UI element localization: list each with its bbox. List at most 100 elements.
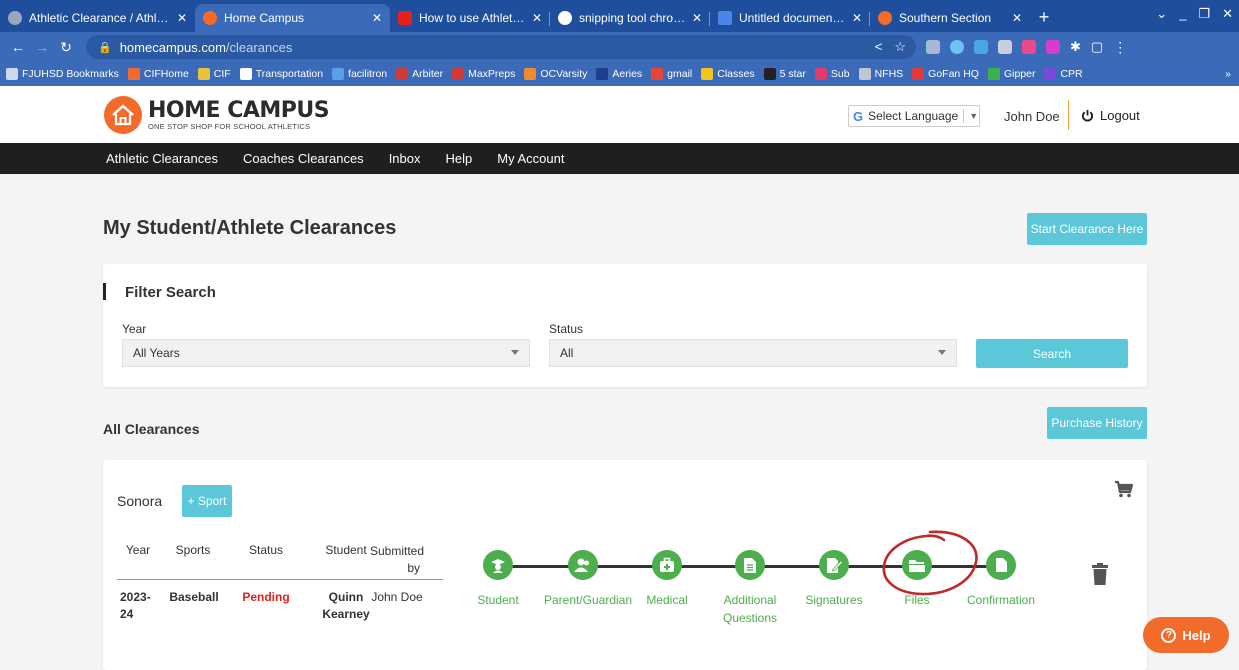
bookmark-favicon-icon [763,68,776,80]
nav-my-account[interactable]: My Account [497,151,564,166]
bookmark-label: GoFan HQ [928,68,979,80]
bookmark-item[interactable]: FJUHSD Bookmarks [6,68,119,80]
bookmark-item[interactable]: GoFan HQ [912,68,979,80]
extension-icon[interactable] [974,40,988,54]
tab-close-icon[interactable]: ✕ [692,11,702,25]
step-label-medical[interactable]: Medical [637,591,697,609]
tab-favicon-icon [203,11,217,25]
share-icon[interactable]: < [875,39,883,55]
col-year: Year [125,543,151,557]
step-additional-questions-button[interactable] [735,550,765,580]
bookmark-item[interactable]: gmail [651,68,692,80]
year-select[interactable]: All Years [122,339,530,367]
browser-tab[interactable]: Untitled document - Google D ✕ [710,4,870,32]
add-sport-button[interactable]: + Sport [182,485,232,517]
purchase-history-button[interactable]: Purchase History [1047,407,1147,439]
home-campus-logo[interactable]: HOME CAMPUS ONE STOP SHOP FOR SCHOOL ATH… [104,96,330,134]
window-close-icon[interactable]: ✕ [1222,6,1233,22]
restore-icon[interactable]: ❐ [1198,6,1210,22]
bookmark-item[interactable]: NFHS [858,68,903,80]
step-signatures-button[interactable] [819,550,849,580]
extensions-bar: ✱ ▢ ⋮ [926,39,1127,56]
bookmark-favicon-icon [396,68,409,80]
nav-athletic-clearances[interactable]: Athletic Clearances [106,151,218,166]
logout-label: Logout [1100,108,1140,123]
bookmark-favicon-icon [524,68,537,80]
step-label-signatures[interactable]: Signatures [799,591,869,609]
side-panel-icon[interactable]: ▢ [1091,39,1103,55]
extension-icon[interactable] [998,40,1012,54]
cart-icon[interactable] [1114,480,1134,503]
step-confirmation-button[interactable] [986,550,1016,580]
tab-close-icon[interactable]: ✕ [1012,11,1022,25]
bookmark-item[interactable]: MaxPreps [452,68,515,80]
tab-close-icon[interactable]: ✕ [372,11,382,25]
browser-tab[interactable]: How to use Athletic Clearanc ✕ [390,4,550,32]
step-label-additional-questions[interactable]: Additional Questions [720,591,780,627]
bookmark-item[interactable]: Arbiter [396,68,443,80]
tab-close-icon[interactable]: ✕ [177,11,187,25]
status-label: Status [549,322,584,336]
start-clearance-button[interactable]: Start Clearance Here [1027,213,1147,245]
bookmark-favicon-icon [197,68,210,80]
bookmark-favicon-icon [651,68,664,80]
bookmark-label: Classes [717,68,755,80]
browser-menu-icon[interactable]: ⋮ [1113,39,1127,56]
nav-coaches-clearances[interactable]: Coaches Clearances [243,151,364,166]
bookmarks-more-icon[interactable]: » [1225,68,1231,80]
minimize-icon[interactable]: _ [1179,6,1186,22]
bookmark-item[interactable]: Aeries [596,68,642,80]
bookmark-item[interactable]: Gipper [987,68,1036,80]
bookmark-item[interactable]: CIF [197,68,231,80]
help-button[interactable]: ? Help [1143,617,1229,653]
extension-icon[interactable] [926,40,940,54]
step-parent-button[interactable] [568,550,598,580]
step-label-student[interactable]: Student [468,591,528,609]
reload-icon[interactable]: ↻ [54,39,78,56]
browser-tab[interactable]: Athletic Clearance / Athletic I ✕ [0,4,195,32]
tab-search-icon[interactable]: ⌄ [1156,6,1167,22]
nav-help[interactable]: Help [446,151,473,166]
step-label-parent[interactable]: Parent/Guardian [538,591,638,609]
logout-button[interactable]: Logout [1081,108,1140,123]
bookmark-item[interactable]: facilitron [332,68,387,80]
tab-close-icon[interactable]: ✕ [852,11,862,25]
url-input[interactable]: 🔒 homecampus.com/clearances < ☆ [86,35,916,59]
extension-icon[interactable] [950,40,964,54]
delete-trash-icon[interactable] [1092,563,1108,590]
extensions-puzzle-icon[interactable]: ✱ [1070,39,1081,55]
bookmark-item[interactable]: OCVarsity [524,68,587,80]
browser-tab-active[interactable]: Home Campus ✕ [195,4,390,32]
language-select[interactable]: G Select Language ▼ [848,105,980,127]
google-g-icon: G [853,108,864,124]
bookmark-item[interactable]: 5 star [763,68,806,80]
back-icon[interactable]: ← [6,39,30,55]
bookmark-label: 5 star [779,68,806,80]
extension-icon[interactable] [1022,40,1036,54]
tab-close-icon[interactable]: ✕ [532,11,542,25]
tab-favicon-icon [558,11,572,25]
bookmark-item[interactable]: Transportation [239,68,323,80]
new-tab-icon[interactable]: + [1030,4,1058,32]
bookmark-label: MaxPreps [468,68,516,80]
status-select[interactable]: All [549,339,957,367]
search-button[interactable]: Search [976,339,1128,368]
bookmark-item[interactable]: CPR [1044,68,1083,80]
col-student: Student [325,543,367,557]
nav-inbox[interactable]: Inbox [389,151,421,166]
bookmark-item[interactable]: CIFHome [127,68,189,80]
forward-icon[interactable]: → [30,39,54,55]
bookmark-item[interactable]: Sub [814,68,850,80]
main-nav: Athletic Clearances Coaches Clearances I… [0,143,1239,174]
bookmark-item[interactable]: Classes [701,68,755,80]
bookmark-label: Gipper [1003,68,1036,80]
extension-icon[interactable] [1046,40,1060,54]
bookmark-star-icon[interactable]: ☆ [894,39,906,55]
browser-tab[interactable]: snipping tool chromebook - C ✕ [550,4,710,32]
bookmark-favicon-icon [596,68,609,80]
tab-favicon-icon [8,11,22,25]
row-submitted-by: John Doe [371,590,423,604]
browser-tab[interactable]: Southern Section ✕ [870,4,1030,32]
step-medical-button[interactable] [652,550,682,580]
step-student-button[interactable] [483,550,513,580]
